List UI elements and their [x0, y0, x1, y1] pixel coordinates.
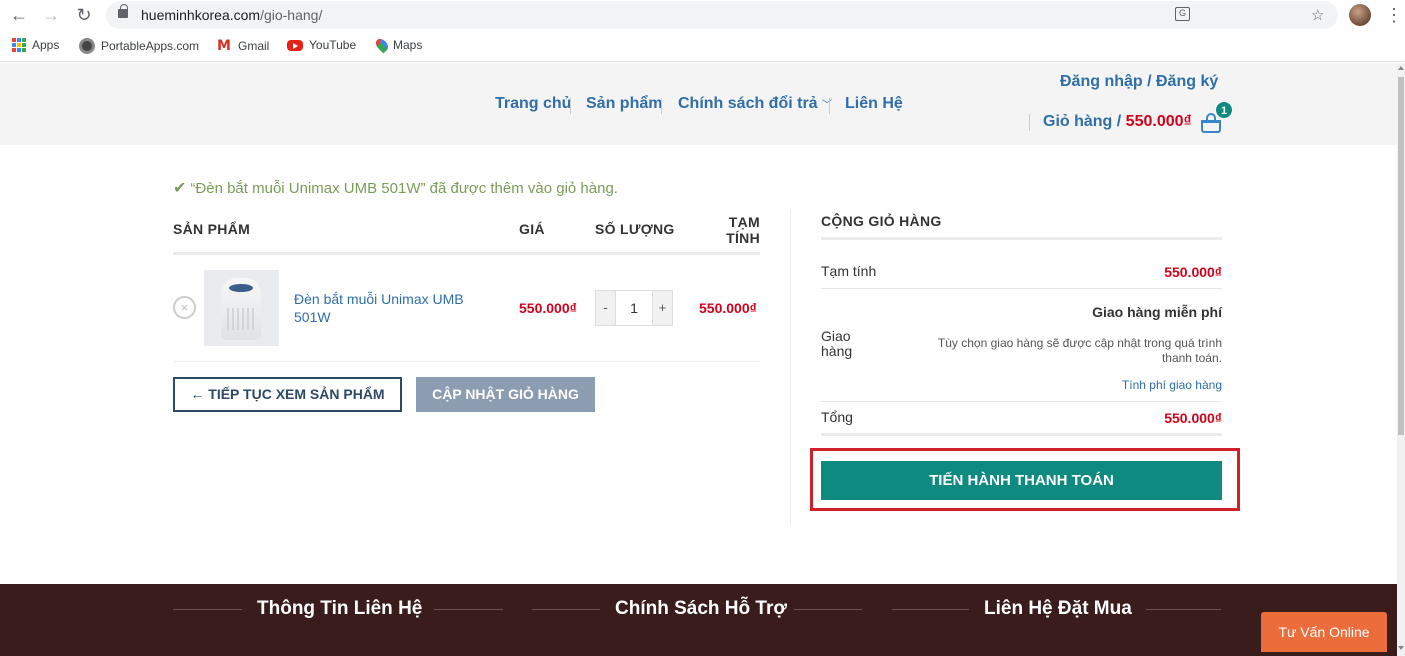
bookmark-apps[interactable]: Apps [12, 38, 59, 52]
nav-divider [570, 98, 571, 114]
column-header-subtotal: TẠM TÍNH [726, 214, 760, 246]
translate-icon[interactable]: G [1175, 7, 1190, 21]
totals-divider [821, 401, 1222, 402]
nav-divider [661, 98, 662, 114]
shipping-note: Tùy chọn giao hàng sẽ được cập nhật tron… [937, 336, 1222, 365]
nav-divider [829, 98, 830, 114]
footer-title-line [1146, 609, 1221, 610]
site-footer [0, 584, 1397, 656]
total-label: Tổng [821, 409, 853, 425]
proceed-to-checkout-button[interactable]: TIẾN HÀNH THANH TOÁN [821, 461, 1222, 500]
back-arrow-icon[interactable]: ← [9, 5, 29, 25]
bookmarks-bar: Apps PortableApps.com M Gmail YouTube Ma… [0, 30, 1405, 62]
column-divider [790, 210, 791, 525]
continue-shopping-button[interactable]: ← TIẾP TỤC XEM SẢN PHẨM [173, 377, 402, 412]
cart-divider [1029, 114, 1030, 131]
quantity-input[interactable]: 1 [616, 291, 652, 325]
apps-grid-icon [12, 38, 26, 52]
footer-title-line [892, 609, 969, 610]
calculate-shipping-link[interactable]: Tính phí giao hàng [1122, 378, 1222, 392]
nav-contact[interactable]: Liên Hệ [845, 95, 903, 113]
table-row-divider [173, 361, 760, 362]
product-name-link[interactable]: Đèn bắt muỗi Unimax UMB 501W [294, 290, 484, 326]
footer-title-line [173, 609, 242, 610]
online-consult-button[interactable]: Tư Vấn Online [1261, 612, 1387, 652]
checkmark-icon: ✔ [173, 178, 187, 197]
bookmark-portableapps[interactable]: PortableApps.com [79, 38, 199, 54]
shipping-label: Giao hàng [821, 328, 853, 359]
nav-home[interactable]: Trang chủ [495, 95, 571, 113]
column-header-price: GIÁ [519, 221, 545, 237]
subtotal-label: Tạm tính [821, 263, 877, 279]
update-cart-button[interactable]: CẬP NHẬT GIỎ HÀNG [416, 377, 595, 412]
remove-item-button[interactable]: × [173, 296, 196, 319]
totals-header-divider [821, 237, 1222, 240]
browser-toolbar: ← → ↻ hueminhkorea.com/gio-hang/ G ☆ ⋮ [0, 0, 1405, 30]
url-text[interactable]: hueminhkorea.com/gio-hang/ [141, 7, 322, 23]
scrollbar-thumb[interactable] [1398, 77, 1404, 435]
subtotal-value: 550.000₫ [1164, 264, 1222, 280]
item-price: 550.000₫ [519, 300, 577, 316]
column-header-quantity: SỐ LƯỢNG [595, 221, 675, 237]
address-bar[interactable]: hueminhkorea.com/gio-hang/ [106, 1, 1338, 29]
bookmark-star-icon[interactable]: ☆ [1311, 6, 1324, 24]
cart-count-badge: 1 [1215, 101, 1233, 119]
header-cart-link[interactable]: Giỏ hàng / 550.000₫ [1043, 113, 1192, 131]
cart-totals-title: CỘNG GIỎ HÀNG [821, 213, 942, 229]
login-register-link[interactable]: Đăng nhập / Đăng ký [1060, 73, 1218, 91]
nav-products[interactable]: Sản phẩm [586, 95, 662, 113]
scroll-up-arrow-icon[interactable] [1398, 66, 1404, 70]
bookmark-gmail[interactable]: M Gmail [216, 38, 269, 54]
column-header-product: SẢN PHẨM [173, 221, 251, 237]
totals-footer-divider [821, 433, 1222, 436]
added-to-cart-notice: ✔ “Đèn bắt muỗi Unimax UMB 501W” đã được … [173, 178, 618, 197]
forward-arrow-icon[interactable]: → [41, 5, 61, 25]
footer-title-line [532, 609, 600, 610]
footer-title-line [434, 609, 503, 610]
product-thumbnail[interactable] [204, 270, 279, 346]
footer-title-support-policy: Chính Sách Hỗ Trợ [615, 598, 787, 619]
reload-icon[interactable]: ↻ [74, 5, 94, 25]
lock-icon [118, 4, 128, 18]
footer-title-line [794, 609, 862, 610]
quantity-increase-button[interactable]: + [652, 291, 672, 325]
item-subtotal: 550.000₫ [699, 300, 757, 316]
quantity-stepper: - 1 + [595, 290, 673, 326]
profile-avatar[interactable] [1349, 4, 1371, 26]
total-value: 550.000₫ [1164, 410, 1222, 426]
gmail-icon: M [217, 38, 231, 54]
quantity-decrease-button[interactable]: - [596, 291, 616, 325]
browser-menu-icon[interactable]: ⋮ [1385, 5, 1403, 26]
totals-divider [821, 288, 1222, 289]
chevron-down-icon: ﹀ [822, 100, 833, 111]
portableapps-icon [79, 38, 95, 54]
maps-icon [373, 36, 391, 54]
nav-return-policy[interactable]: Chính sách đổi trả ﹀ [678, 95, 832, 113]
table-header-divider [173, 252, 760, 255]
bookmark-maps[interactable]: Maps [373, 36, 422, 54]
shipping-method: Giao hàng miễn phí [1092, 304, 1222, 320]
footer-title-order-contact: Liên Hệ Đặt Mua [984, 598, 1132, 619]
bookmark-youtube[interactable]: YouTube [287, 38, 356, 52]
scroll-down-arrow-icon[interactable] [1398, 646, 1404, 650]
youtube-icon [287, 39, 303, 51]
footer-title-contact-info: Thông Tin Liên Hệ [257, 598, 423, 619]
